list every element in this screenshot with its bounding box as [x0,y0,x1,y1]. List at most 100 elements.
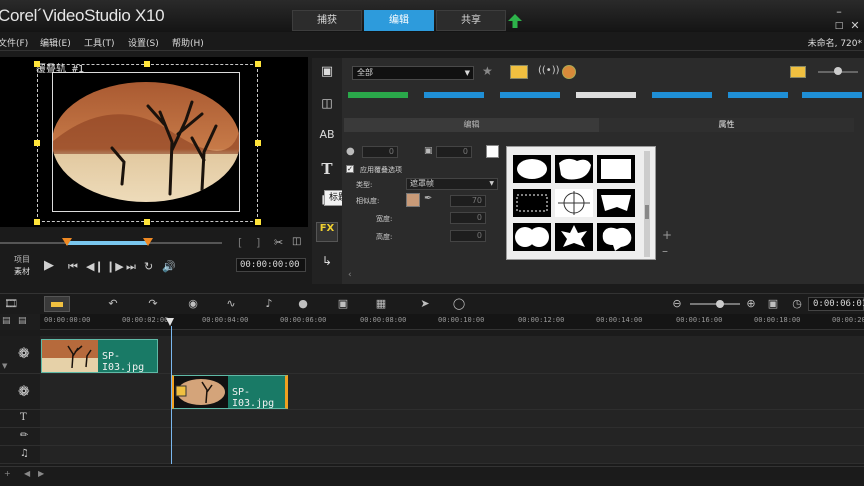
border-field[interactable]: 0 [436,146,472,158]
record-capture-icon[interactable]: ◉ [184,297,202,311]
zoom-out-icon[interactable]: ⊖ [668,297,686,311]
menu-settings[interactable]: 设置(S) [128,36,159,49]
sound-mixer-icon[interactable]: ∿ [222,297,240,311]
expand-icon[interactable]: ▼ [2,362,7,370]
category-dropdown[interactable]: 全部 ▼ [352,66,474,80]
audio-filter-icon[interactable]: ((•)) [538,65,560,76]
enlarge-icon[interactable]: ◫ [292,236,301,247]
video-clip[interactable]: SP-I03.jpg [41,339,158,373]
menu-help[interactable]: 帮助(H) [172,36,204,49]
resize-handle-t[interactable] [144,61,150,67]
remove-mask-icon[interactable]: – [662,244,668,258]
scroll-right-icon[interactable]: ▶ [38,469,44,478]
tab-share[interactable]: 共享 [436,10,506,31]
transition-icon[interactable]: AB [316,128,338,148]
time-remapping-icon[interactable]: ➤ [416,297,434,311]
trim-start-marker[interactable] [62,238,72,246]
menu-tools[interactable]: 工具(T) [84,36,115,49]
music-track[interactable] [40,446,864,464]
repeat-icon[interactable]: ↻ [144,260,153,273]
trim-end-marker[interactable] [143,238,153,246]
menu-file[interactable]: 文件(F) [0,36,28,49]
home-icon[interactable]: ⏮ [68,260,78,274]
width-field[interactable]: 0 [450,212,486,224]
mask-creator-icon[interactable]: ◯ [450,297,468,311]
film-reel-icon[interactable]: ❁ [18,384,30,400]
add-mask-icon[interactable]: + [662,228,672,242]
auto-music-icon[interactable]: ♪ [260,297,278,311]
tab-edit-options[interactable]: 编辑 [344,118,599,132]
end-icon[interactable]: ⏭ [126,260,136,274]
title-track-icon[interactable]: T [20,412,27,423]
view-thumbnails-icon[interactable] [790,66,806,78]
zoom-slider-knob[interactable] [716,300,724,308]
voice-track[interactable] [40,428,864,446]
media-icon[interactable]: ▣ [316,64,338,84]
library-thumb[interactable] [424,92,484,98]
add-to-favorites-icon[interactable]: ★ [482,64,493,78]
timeline-timecode[interactable]: 0:00:06:01 [808,297,864,311]
music-note-icon[interactable]: ♫ [20,448,29,459]
film-reel-icon[interactable]: ❁ [18,346,30,362]
storyboard-view-icon[interactable]: 🎞 [2,297,20,311]
eyedropper-icon[interactable]: ✒ [424,193,432,204]
redo-icon[interactable]: ↷ [144,297,162,311]
fit-to-window-icon[interactable]: ▣ [764,297,782,311]
prev-frame-icon[interactable]: ◀❙ [86,260,104,273]
similarity-field[interactable]: 70 [450,195,486,207]
motion-tracking-icon[interactable]: ● [294,297,312,311]
resize-handle-tr[interactable] [255,61,261,67]
video-filter-icon[interactable] [510,65,528,79]
mark-in-icon[interactable]: [ [238,236,242,249]
options-icon[interactable] [562,65,576,79]
library-thumb[interactable] [728,92,788,98]
split-icon[interactable]: ✂ [274,236,283,249]
preview-timecode[interactable]: 00:00:00:00 [236,258,306,272]
type-dropdown[interactable]: 遮罩帧 ▼ [406,178,498,190]
chapter-icon[interactable]: ▤ [18,316,27,326]
volume-icon[interactable]: 🔊 [162,260,176,273]
zoom-in-icon[interactable]: ⊕ [742,297,760,311]
video-track[interactable] [40,336,864,374]
resize-handle-b[interactable] [144,219,150,225]
border-color-swatch[interactable] [486,145,499,158]
add-track-icon[interactable]: + [4,469,11,478]
fx-icon[interactable]: FX [316,222,338,242]
tab-attributes[interactable]: 属性 [599,118,854,132]
tab-edit[interactable]: 编辑 [364,10,434,31]
mask-color-swatch[interactable] [406,193,420,207]
upload-arrow-icon[interactable] [508,14,522,28]
overlay-clip[interactable]: SP-I03.jpg [172,375,288,409]
resize-handle-r[interactable] [255,140,261,146]
path-icon[interactable]: ↳ [316,254,338,274]
opacity-field[interactable]: 0 [362,146,398,158]
overlay-track[interactable] [40,374,864,410]
selection-box[interactable] [37,64,258,222]
title-icon[interactable]: T [316,160,338,180]
zoom-slider[interactable] [690,303,740,305]
timeline-scrollbar[interactable]: + ◀ ▶ [0,466,864,486]
playhead-marker[interactable] [166,318,174,326]
resize-handle-l[interactable] [34,140,40,146]
scroll-left-icon[interactable]: ◀ [24,469,30,478]
resize-handle-bl[interactable] [34,219,40,225]
next-frame-icon[interactable]: ❙▶ [106,260,124,273]
subtitle-editor-icon[interactable]: ▣ [334,297,352,311]
library-thumb[interactable] [652,92,712,98]
playhead-line[interactable] [171,326,172,464]
height-field[interactable]: 0 [450,230,486,242]
tab-capture[interactable]: 捕获 [292,10,362,31]
resize-handle-tl[interactable] [34,61,40,67]
microphone-icon[interactable]: ✏ [20,430,28,441]
minimize-icon[interactable]: – [832,6,846,18]
restore-icon[interactable]: □ [832,20,846,32]
project-mode-label[interactable]: 项目 [14,254,30,265]
scrub-bar[interactable] [0,238,222,248]
clip-mode-label[interactable]: 素材 [14,266,30,277]
instant-project-icon[interactable]: ◫ [316,96,338,116]
library-thumb[interactable] [576,92,636,98]
library-thumb[interactable] [802,92,862,98]
mark-out-icon[interactable]: ] [256,236,260,249]
collapse-icon[interactable]: ‹ [348,270,352,280]
menu-edit[interactable]: 编辑(E) [40,36,71,49]
